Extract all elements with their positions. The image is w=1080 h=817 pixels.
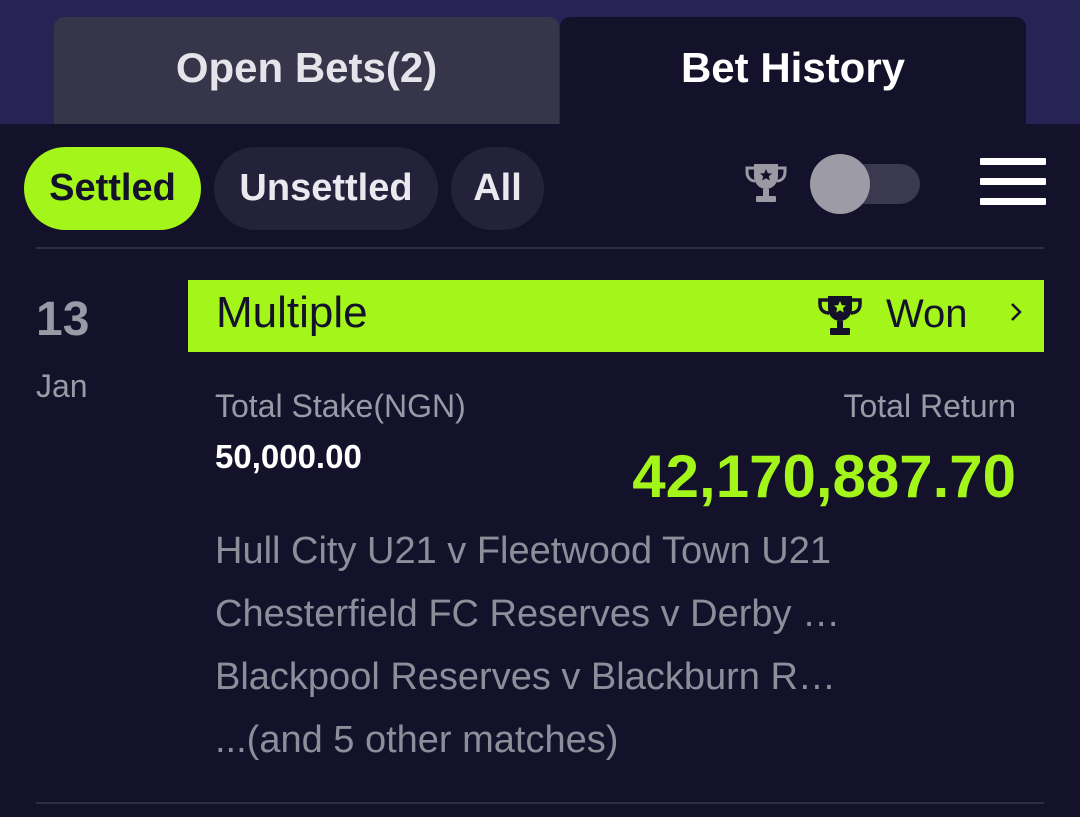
trophy-star-icon xyxy=(816,294,864,338)
match-list: Hull City U21 v Fleetwood Town U21 Chest… xyxy=(215,528,895,780)
list-item: Blackpool Reserves v Blackburn R… xyxy=(215,656,836,698)
won-only-toggle[interactable] xyxy=(810,154,922,214)
bet-date-month: Jan xyxy=(36,368,88,404)
list-item: Chesterfield FC Reserves v Derby … xyxy=(215,593,841,635)
filter-all-button[interactable]: All xyxy=(451,147,544,230)
list-item: ...(and 5 other matches) xyxy=(215,719,619,761)
tab-bet-history[interactable]: Bet History xyxy=(560,17,1026,124)
filter-settled-button[interactable]: Settled xyxy=(24,147,201,230)
divider xyxy=(36,247,1044,249)
bet-status-label: Won xyxy=(886,292,968,336)
total-return-label: Total Return xyxy=(843,388,1016,424)
divider xyxy=(36,802,1044,804)
filter-unsettled-button[interactable]: Unsettled xyxy=(214,147,438,230)
bet-header[interactable]: Multiple Won xyxy=(188,280,1044,352)
list-item: Hull City U21 v Fleetwood Town U21 xyxy=(215,530,832,572)
tab-open-bets[interactable]: Open Bets(2) xyxy=(54,17,559,124)
toggle-knob xyxy=(810,154,870,214)
chevron-right-icon[interactable] xyxy=(1006,298,1026,326)
hamburger-menu-icon[interactable] xyxy=(980,158,1046,206)
bet-type-label: Multiple xyxy=(216,288,368,337)
bet-date-day: 13 xyxy=(36,293,90,346)
total-stake-value: 50,000.00 xyxy=(215,438,362,475)
trophy-star-icon[interactable] xyxy=(743,160,789,206)
total-stake-label: Total Stake(NGN) xyxy=(215,388,466,424)
total-return-value: 42,170,887.70 xyxy=(632,443,1016,510)
